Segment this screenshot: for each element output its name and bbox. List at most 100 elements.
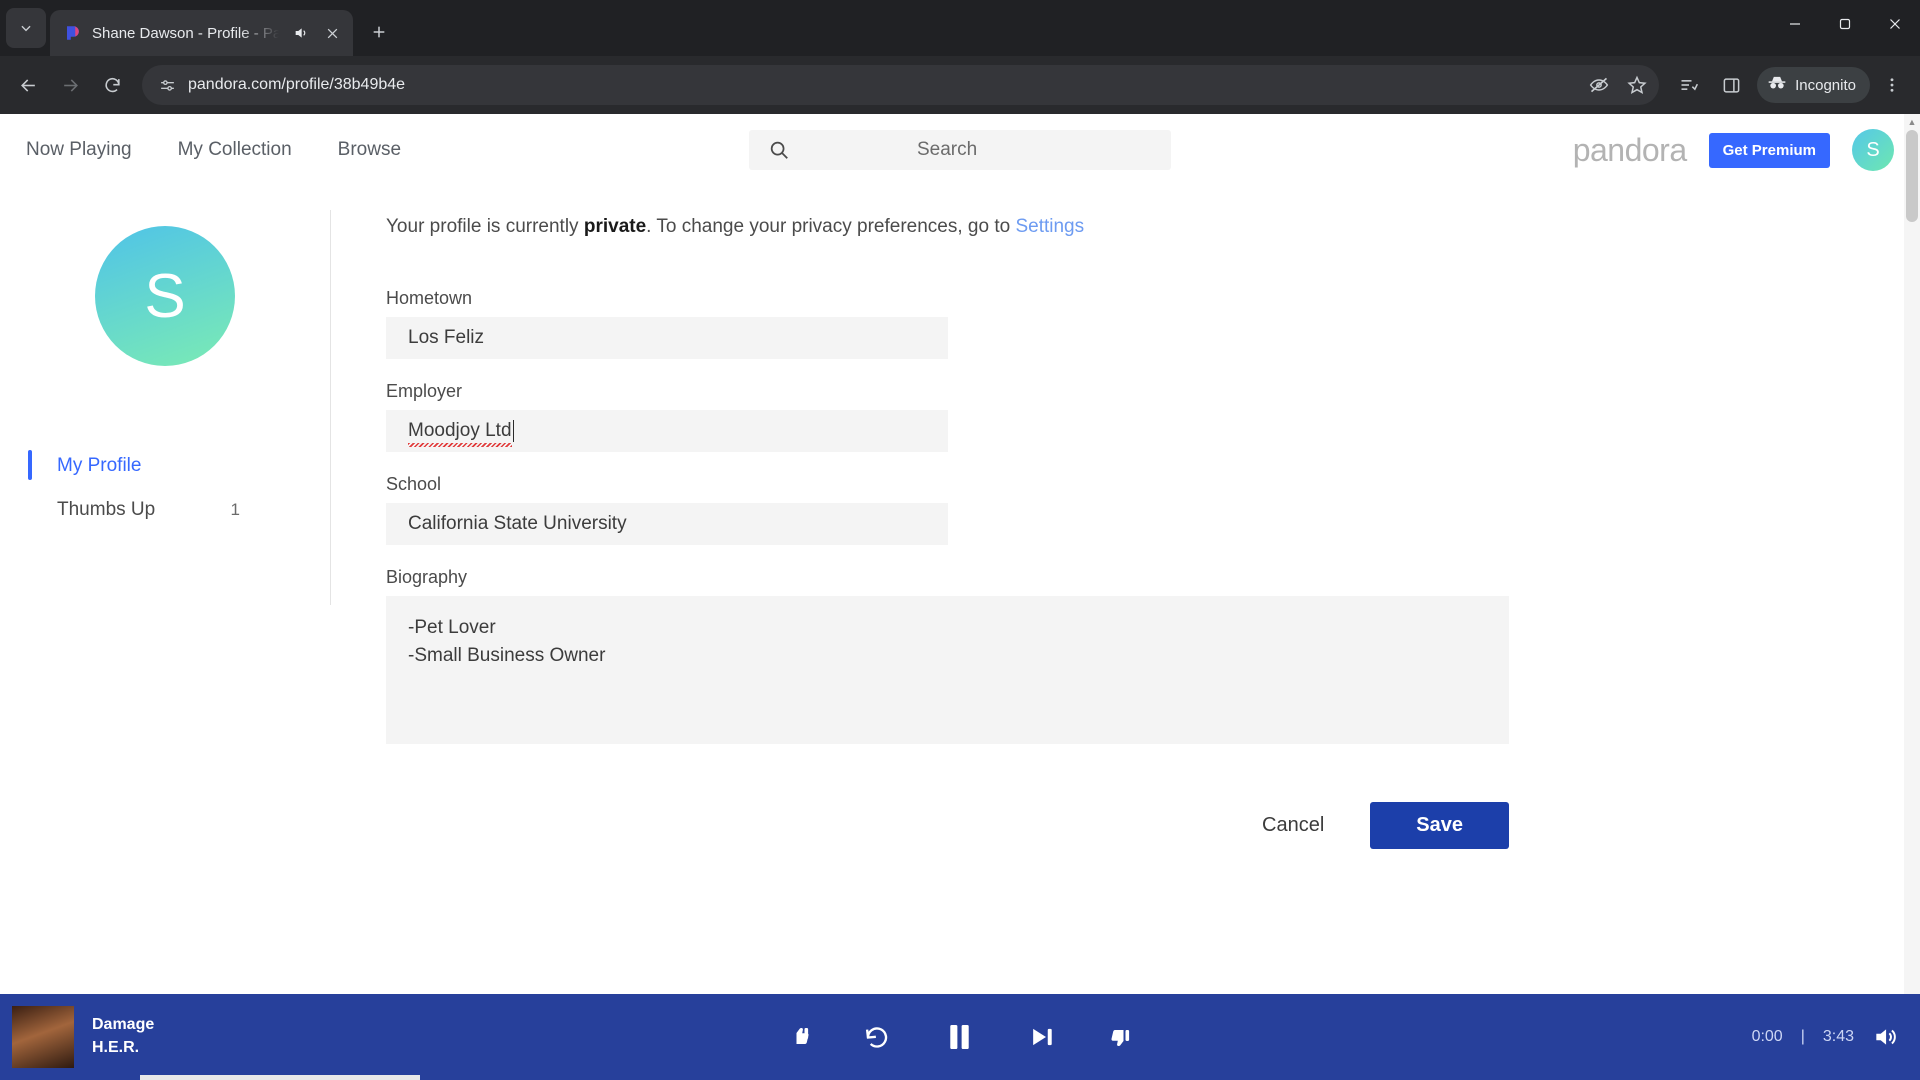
bookmark-star-icon[interactable] [1621, 69, 1653, 101]
tab-search-button[interactable] [6, 8, 46, 48]
field-employer: Employer Moodjoy Ltd [386, 381, 1920, 662]
text-caret [512, 420, 515, 442]
thumb-down-icon[interactable] [788, 1025, 812, 1049]
privacy-note-middle: . To change your privacy preferences, go… [646, 216, 1016, 237]
track-artist: H.E.R. [92, 1039, 140, 1056]
sidebar-item-my-profile[interactable]: My Profile [0, 444, 330, 488]
player-controls [788, 1020, 1133, 1054]
back-arrow-icon[interactable] [8, 65, 48, 105]
browser-tab[interactable]: Shane Dawson - Profile - Pa [50, 10, 354, 56]
kebab-menu-icon[interactable] [1872, 65, 1912, 105]
browser-window: Shane Dawson - Profile - Pa pandora.com/… [0, 0, 1920, 1080]
field-label-employer: Employer [386, 381, 463, 401]
sidebar-item-thumbs-up[interactable]: Thumbs Up 1 [0, 488, 330, 532]
player-right: 0:00 | 3:43 [1752, 1024, 1920, 1050]
pause-icon[interactable] [943, 1020, 977, 1054]
biography-line-2: -Small Business Owner [408, 645, 606, 666]
settings-link[interactable]: Settings [1015, 216, 1084, 237]
nav-item-browse[interactable]: Browse [338, 139, 401, 161]
incognito-label: Incognito [1795, 76, 1856, 94]
profile-sidebar: S My Profile Thumbs Up 1 [0, 198, 330, 849]
site-settings-icon[interactable] [156, 74, 178, 96]
field-label-school: School [386, 474, 442, 494]
url-text: pandora.com/profile/38b49b4e [188, 76, 406, 93]
search-placeholder: Search [917, 139, 978, 160]
scrollbar-thumb[interactable] [1906, 130, 1918, 222]
save-button[interactable]: Save [1370, 802, 1509, 849]
browser-toolbar: pandora.com/profile/38b49b4e Incognito [0, 56, 1920, 114]
pandora-favicon [64, 24, 82, 42]
window-controls [1770, 0, 1920, 48]
hometown-input[interactable]: Los Feliz [386, 317, 948, 359]
profile-avatar: S [95, 226, 235, 366]
pandora-header: Now Playing My Collection Browse Search … [0, 114, 1920, 186]
maximize-button[interactable] [1820, 0, 1870, 48]
field-school: School California State University [386, 474, 1920, 545]
album-art[interactable] [12, 1006, 74, 1068]
new-tab-button[interactable] [361, 14, 397, 50]
privacy-status: private [583, 216, 647, 237]
employer-value: Moodjoy Ltd [408, 420, 512, 441]
page-body: S My Profile Thumbs Up 1 Your profile is… [0, 186, 1920, 849]
biography-line-1: -Pet Lover [408, 617, 496, 638]
sidebar-item-label: My Profile [57, 455, 142, 476]
tab-title: Shane Dawson - Profile - Pa [92, 24, 282, 42]
avatar[interactable]: S [1852, 129, 1894, 171]
search-icon [767, 138, 791, 162]
field-biography: Biography -Pet Lover -Small Business Own… [386, 567, 1920, 744]
nav-item-now-playing[interactable]: Now Playing [26, 139, 132, 161]
omnibox-icons [1583, 69, 1653, 101]
speaker-icon[interactable] [291, 23, 311, 43]
nav-item-my-collection[interactable]: My Collection [178, 139, 292, 161]
profile-side-nav: My Profile Thumbs Up 1 [0, 444, 330, 532]
reload-icon[interactable] [92, 65, 132, 105]
form-actions: Cancel Save [386, 802, 1509, 849]
school-input[interactable]: California State University [386, 503, 948, 545]
page-scrollbar[interactable]: ▲ ▼ [1904, 114, 1920, 1080]
get-premium-button[interactable]: Get Premium [1708, 132, 1830, 168]
active-indicator [28, 450, 32, 480]
incognito-indicator[interactable]: Incognito [1757, 67, 1870, 103]
employer-input[interactable]: Moodjoy Ltd [386, 410, 948, 452]
address-bar[interactable]: pandora.com/profile/38b49b4e [142, 65, 1660, 105]
privacy-note: Your profile is currently private. To ch… [386, 216, 1920, 238]
biography-textarea[interactable]: -Pet Lover -Small Business Owner [386, 596, 1509, 744]
track-meta: Damage H.E.R. [92, 1014, 154, 1060]
field-hometown: Hometown Los Feliz [386, 288, 1920, 359]
search-input[interactable]: Search [749, 130, 1171, 170]
scroll-up-arrow[interactable]: ▲ [1904, 114, 1920, 130]
side-panel-icon[interactable] [1711, 65, 1751, 105]
header-right: pandora Get Premium S [1573, 129, 1894, 171]
elapsed-time: 0:00 [1751, 1028, 1783, 1045]
spellcheck-underline [408, 443, 512, 447]
replay-icon[interactable] [864, 1024, 891, 1051]
thumbs-up-count: 1 [230, 500, 240, 519]
reading-list-icon[interactable] [1669, 65, 1709, 105]
duration-time: 3:43 [1822, 1028, 1854, 1045]
primary-nav: Now Playing My Collection Browse [26, 139, 401, 161]
cancel-button[interactable]: Cancel [1248, 804, 1338, 847]
minimize-button[interactable] [1770, 0, 1820, 48]
third-party-cookie-blocked-icon[interactable] [1583, 69, 1615, 101]
page-viewport: Now Playing My Collection Browse Search … [0, 114, 1920, 1080]
volume-icon[interactable] [1872, 1024, 1898, 1050]
pandora-logo[interactable]: pandora [1573, 132, 1687, 169]
track-title: Damage [92, 1016, 155, 1033]
forward-arrow-icon[interactable] [50, 65, 90, 105]
sidebar-item-label: Thumbs Up [57, 499, 156, 520]
page-bottom-indicator [140, 1075, 420, 1080]
profile-edit-form: Your profile is currently private. To ch… [331, 198, 1920, 849]
close-icon[interactable] [321, 22, 343, 44]
skip-next-icon[interactable] [1029, 1023, 1057, 1051]
field-label-biography: Biography [386, 567, 468, 587]
school-value: California State University [408, 513, 627, 534]
field-label-hometown: Hometown [386, 288, 473, 308]
tab-strip: Shane Dawson - Profile - Pa [0, 0, 1920, 56]
thumb-up-icon[interactable] [1109, 1025, 1133, 1049]
close-window-button[interactable] [1870, 0, 1920, 48]
time-separator: | [1800, 1028, 1805, 1045]
player-bar: Damage H.E.R. 0:00 | 3:43 [0, 994, 1920, 1080]
incognito-icon [1767, 73, 1787, 97]
privacy-note-prefix: Your profile is currently [386, 216, 584, 237]
hometown-value: Los Feliz [408, 327, 485, 348]
